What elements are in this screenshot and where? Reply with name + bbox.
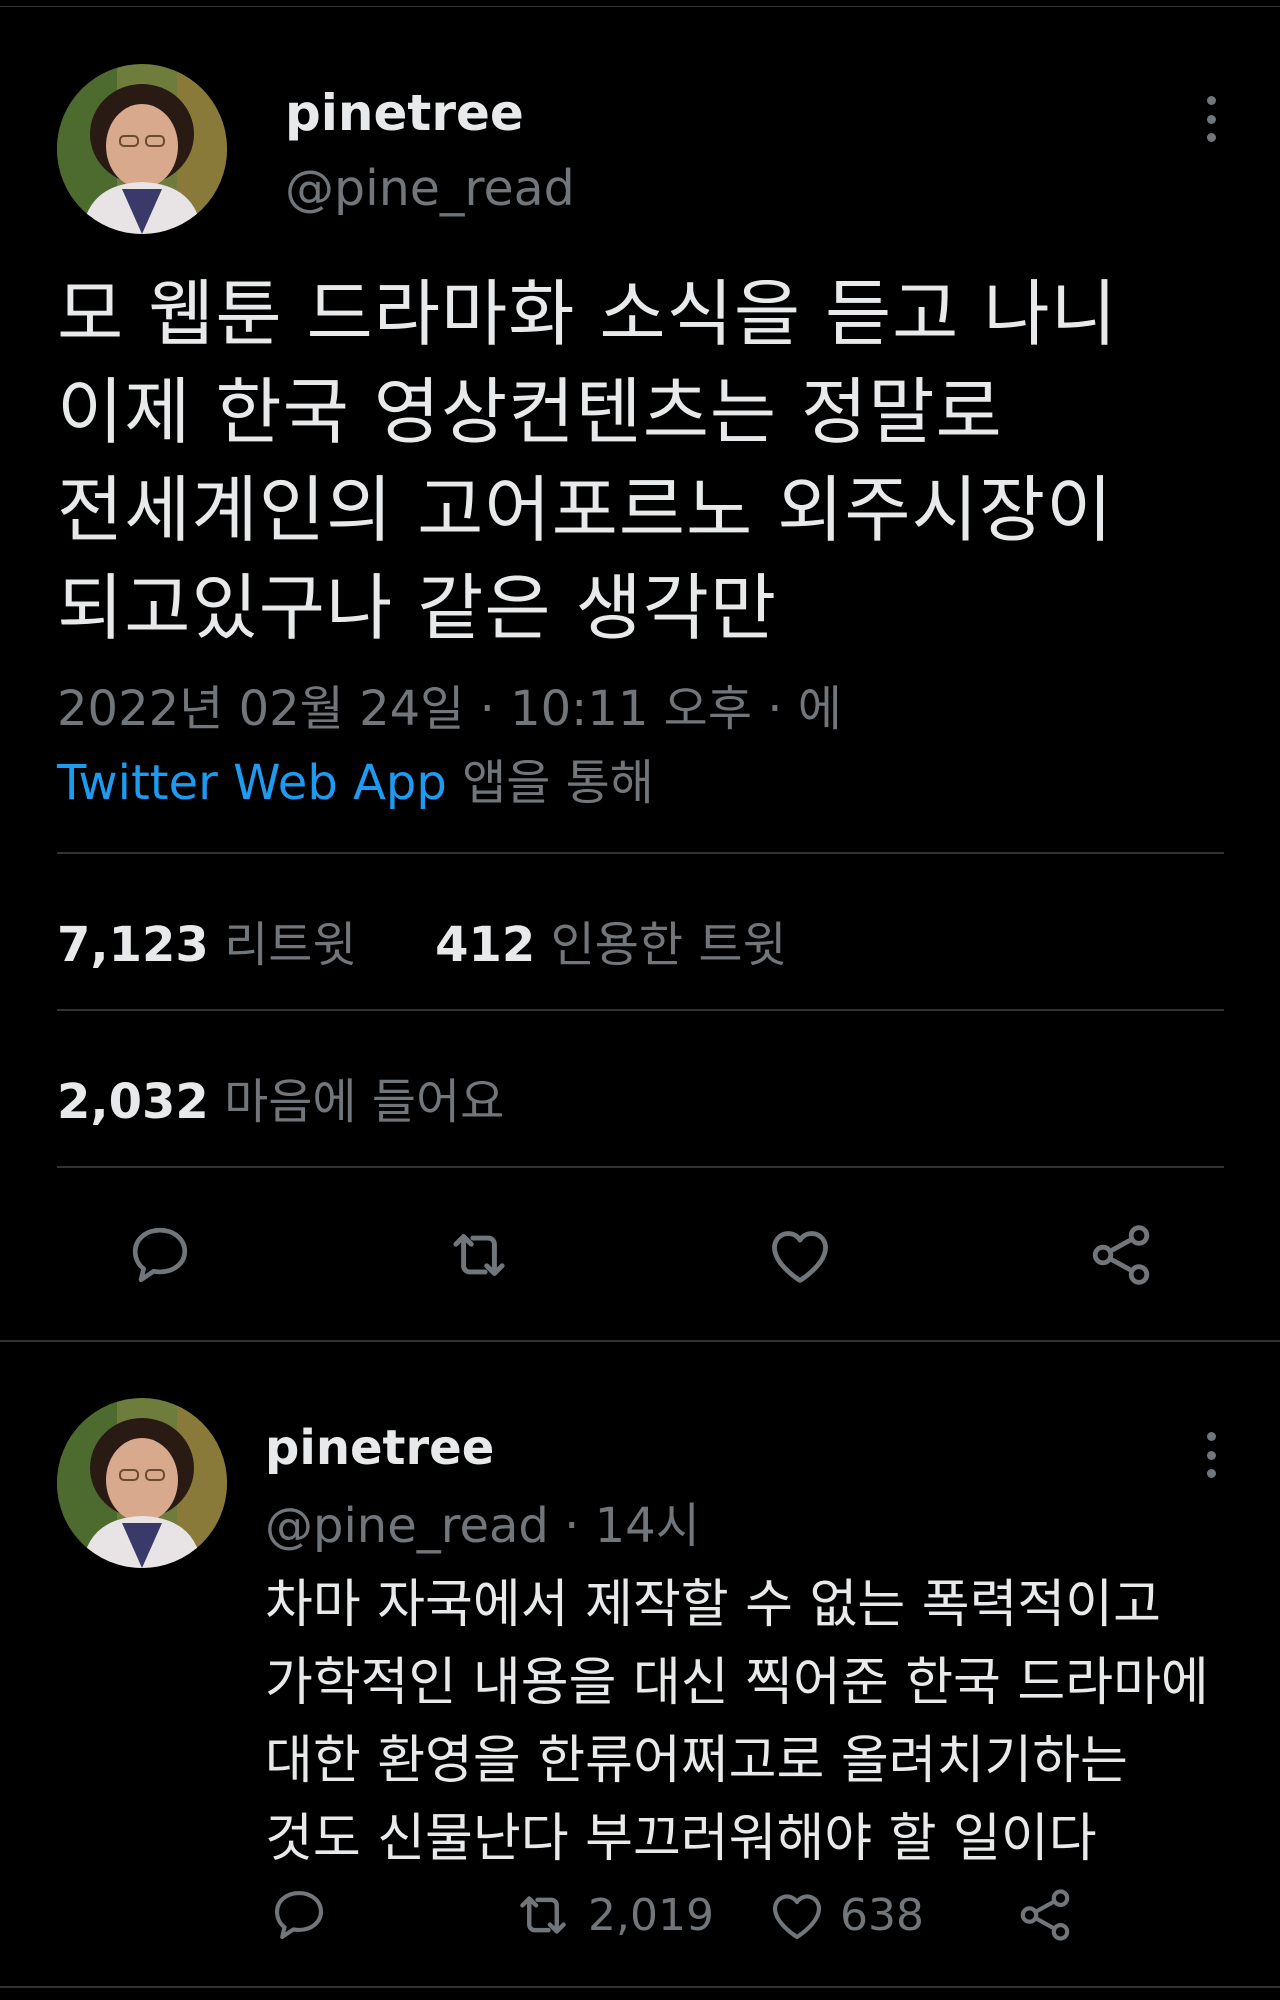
reply-icon[interactable]	[115, 1210, 205, 1300]
tweet-separator	[0, 1340, 1280, 1342]
tweet-meta: 2022년 02월 24일 · 10:11 오후 · 에 Twitter Web…	[57, 672, 842, 820]
quote-label: 인용한 트윗	[550, 917, 787, 973]
reply-action[interactable]	[268, 1880, 330, 1950]
action-bar	[0, 1210, 1280, 1300]
like-icon[interactable]	[755, 1210, 845, 1300]
retweet-count: 2,019	[588, 1889, 714, 1941]
like-count: 638	[840, 1889, 924, 1941]
engagement-stats: 7,123 리트윗 412 인용한 트윗	[57, 905, 787, 975]
share-icon[interactable]	[1076, 1210, 1166, 1300]
reply-text-line: 대한 환영을 한류어쩌고로 올려치기하는	[265, 1731, 1128, 1791]
bottom-divider	[0, 1986, 1280, 1988]
tweet-text-line: 이제 한국 영상컨텐츠는 정말로	[57, 370, 1003, 454]
tweet-text: 모 웹툰 드라마화 소식을 듣고 나니 이제 한국 영상컨텐츠는 정말로 전세계…	[57, 265, 1227, 657]
display-name[interactable]: pinetree	[265, 1420, 494, 1476]
timestamp[interactable]: 2022년 02월 24일 · 10:11 오후 · 에	[57, 672, 842, 746]
share-action[interactable]	[1014, 1880, 1076, 1950]
like-count: 2,032	[57, 1074, 209, 1130]
retweets-stat[interactable]: 7,123 리트윗	[57, 917, 357, 973]
retweet-label: 리트윗	[224, 917, 357, 973]
user-handle[interactable]: @pine_read · 14시	[265, 1486, 700, 1556]
avatar[interactable]	[57, 64, 227, 234]
more-options-icon[interactable]	[1196, 1432, 1226, 1478]
divider	[57, 852, 1224, 854]
retweet-action[interactable]: 2,019	[510, 1880, 714, 1950]
retweet-icon[interactable]	[434, 1210, 524, 1300]
divider	[57, 1166, 1224, 1168]
avatar[interactable]	[57, 1398, 227, 1568]
divider	[57, 1009, 1224, 1011]
reply-text: 차마 자국에서 제작할 수 없는 폭력적이고 가학적인 내용을 대신 찍어준 한…	[265, 1566, 1265, 1878]
display-name[interactable]: pinetree	[285, 84, 524, 142]
retweet-icon	[520, 1896, 566, 1934]
handle-text: @pine_read	[265, 1498, 549, 1554]
main-tweet: pinetree @pine_read 모 웹툰 드라마화 소식을 듣고 나니 …	[0, 0, 1280, 1340]
tweet-text-line: 모 웹툰 드라마화 소식을 듣고 나니	[57, 272, 1118, 356]
reply-text-line: 가학적인 내용을 대신 찍어준 한국 드라마에	[265, 1653, 1209, 1713]
source-suffix: 앱을 통해	[446, 755, 654, 811]
like-label: 마음에 들어요	[224, 1074, 505, 1130]
reply-text-line: 것도 신물난다 부끄러워해야 할 일이다	[265, 1809, 1097, 1869]
like-icon	[772, 1894, 822, 1940]
time-ago: · 14시	[548, 1498, 700, 1554]
share-icon	[1020, 1889, 1070, 1941]
tweet-text-line: 전세계인의 고어포르노 외주시장이	[57, 468, 1114, 552]
like-action[interactable]: 638	[766, 1880, 924, 1950]
quote-count: 412	[435, 917, 536, 973]
reply-text-line: 차마 자국에서 제작할 수 없는 폭력적이고	[265, 1575, 1161, 1635]
retweet-count: 7,123	[57, 917, 209, 973]
more-options-icon[interactable]	[1196, 96, 1226, 142]
quotes-stat[interactable]: 412 인용한 트윗	[435, 917, 787, 973]
source-app-link[interactable]: Twitter Web App	[57, 755, 447, 811]
user-handle[interactable]: @pine_read	[285, 160, 575, 217]
reply-icon	[274, 1890, 324, 1940]
likes-stat[interactable]: 2,032 마음에 들어요	[57, 1062, 504, 1132]
tweet-text-line: 되고있구나 같은 생각만	[57, 566, 778, 650]
